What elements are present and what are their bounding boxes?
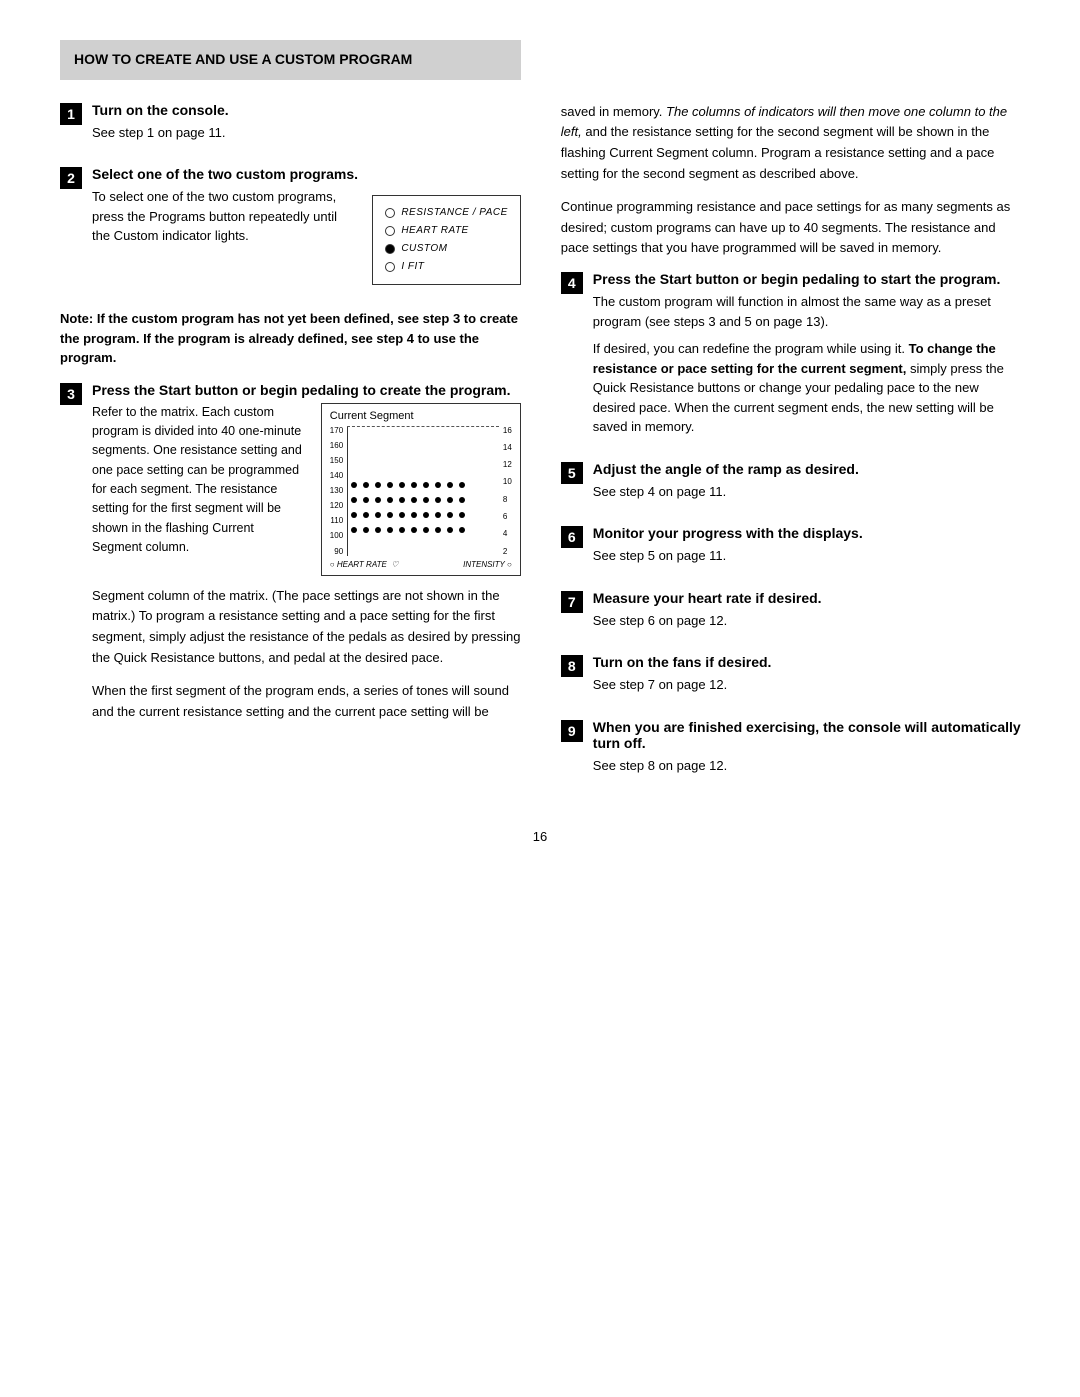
step-4-content: Press the Start button or begin pedaling… xyxy=(593,271,1022,445)
indicator-resistance: RESISTANCE / PACE xyxy=(385,204,507,222)
step-6-number: 6 xyxy=(561,526,583,548)
step-2-title: Select one of the two custom programs. xyxy=(92,166,521,182)
heartrate-label: HEART RATE xyxy=(401,222,468,240)
step-5-body: See step 4 on page 11. xyxy=(593,482,1022,502)
custom-circle xyxy=(385,244,395,254)
step-8: 8 Turn on the fans if desired. See step … xyxy=(561,654,1022,703)
y-axis-left: 170 160 150 140 130 120 110 100 90 xyxy=(330,426,345,556)
step-9-number: 9 xyxy=(561,720,583,742)
left-column: 1 Turn on the console. See step 1 on pag… xyxy=(60,102,521,800)
footer-intensity: INTENSITY ○ xyxy=(463,560,512,569)
step-8-content: Turn on the fans if desired. See step 7 … xyxy=(593,654,1022,703)
step-5-number: 5 xyxy=(561,462,583,484)
step-6-body: See step 5 on page 11. xyxy=(593,546,1022,566)
custom-label: CUSTOM xyxy=(401,240,447,258)
indicator-box: RESISTANCE / PACE HEART RATE CUSTOM xyxy=(372,195,520,285)
step-3-number: 3 xyxy=(60,383,82,405)
continuation-2: Continue programming resistance and pace… xyxy=(561,197,1022,259)
ifit-label: i FIT xyxy=(401,258,424,276)
step-3-matrix-text: Refer to the matrix. Each custom program… xyxy=(92,403,307,558)
current-segment-line xyxy=(347,426,348,556)
header-box: HOW TO CREATE AND USE A CUSTOM PROGRAM xyxy=(60,40,521,80)
footer-heartrate: ○ HEART RATE ♡ xyxy=(330,560,399,569)
page-title: HOW TO CREATE AND USE A CUSTOM PROGRAM xyxy=(74,50,507,70)
matrix-diagram: Current Segment 170 160 150 140 130 120 xyxy=(321,403,521,576)
heartrate-circle xyxy=(385,226,395,236)
step-7-title: Measure your heart rate if desired. xyxy=(593,590,1022,606)
note-text: Note: If the custom program has not yet … xyxy=(60,309,521,368)
two-col-layout: 1 Turn on the console. See step 1 on pag… xyxy=(60,102,1020,800)
step-3-title: Press the Start button or begin pedaling… xyxy=(92,382,521,398)
step-3-segment-body2: When the first segment of the program en… xyxy=(92,681,521,723)
step-3-content: Press the Start button or begin pedaling… xyxy=(92,382,521,735)
step-2-body: To select one of the two custom programs… xyxy=(92,187,356,246)
step-7-content: Measure your heart rate if desired. See … xyxy=(593,590,1022,639)
step-1-title: Turn on the console. xyxy=(92,102,521,118)
indicator-custom: CUSTOM xyxy=(385,240,507,258)
current-segment-top xyxy=(347,426,499,427)
step-8-body: See step 7 on page 12. xyxy=(593,675,1022,695)
y-axis-right: 16 14 12 10 8 6 4 2 xyxy=(501,426,512,556)
matrix-footer: ○ HEART RATE ♡ INTENSITY ○ xyxy=(330,560,512,569)
ifit-circle xyxy=(385,262,395,272)
step-5-title: Adjust the angle of the ramp as desired. xyxy=(593,461,1022,477)
resistance-circle xyxy=(385,208,395,218)
step-4-title: Press the Start button or begin pedaling… xyxy=(593,271,1022,287)
right-column: saved in memory. The columns of indicato… xyxy=(561,102,1022,800)
step-4-number: 4 xyxy=(561,272,583,294)
resistance-label: RESISTANCE / PACE xyxy=(401,204,507,222)
step-8-title: Turn on the fans if desired. xyxy=(593,654,1022,670)
step-8-number: 8 xyxy=(561,655,583,677)
step-9-body: See step 8 on page 12. xyxy=(593,756,1022,776)
dot-grid xyxy=(347,426,499,556)
step-1: 1 Turn on the console. See step 1 on pag… xyxy=(60,102,521,151)
step-1-content: Turn on the console. See step 1 on page … xyxy=(92,102,521,151)
page-wrapper: HOW TO CREATE AND USE A CUSTOM PROGRAM 1… xyxy=(60,40,1020,844)
step-7-number: 7 xyxy=(561,591,583,613)
step-2: 2 Select one of the two custom programs.… xyxy=(60,166,521,293)
step-6-title: Monitor your progress with the displays. xyxy=(593,525,1022,541)
indicator-heartrate: HEART RATE xyxy=(385,222,507,240)
step-1-number: 1 xyxy=(60,103,82,125)
step-3-segment-body1: Segment column of the matrix. (The pace … xyxy=(92,586,521,669)
step-5: 5 Adjust the angle of the ramp as desire… xyxy=(561,461,1022,510)
matrix-grid-area xyxy=(347,426,499,556)
step-5-content: Adjust the angle of the ramp as desired.… xyxy=(593,461,1022,510)
page-number: 16 xyxy=(60,829,1020,844)
step-6-content: Monitor your progress with the displays.… xyxy=(593,525,1022,574)
step-6: 6 Monitor your progress with the display… xyxy=(561,525,1022,574)
step-2-number: 2 xyxy=(60,167,82,189)
step-7-body: See step 6 on page 12. xyxy=(593,611,1022,631)
step-4-body2: If desired, you can redefine the program… xyxy=(593,339,1022,437)
step-2-content: Select one of the two custom programs. T… xyxy=(92,166,521,293)
continuation-1: saved in memory. The columns of indicato… xyxy=(561,102,1022,185)
step-3: 3 Press the Start button or begin pedali… xyxy=(60,382,521,735)
step-9: 9 When you are finished exercising, the … xyxy=(561,719,1022,784)
step-4-body1: The custom program will function in almo… xyxy=(593,292,1022,331)
indicator-ifit: i FIT xyxy=(385,258,507,276)
step-4: 4 Press the Start button or begin pedali… xyxy=(561,271,1022,445)
step-9-content: When you are finished exercising, the co… xyxy=(593,719,1022,784)
step-9-title: When you are finished exercising, the co… xyxy=(593,719,1022,751)
step-7: 7 Measure your heart rate if desired. Se… xyxy=(561,590,1022,639)
step-1-body: See step 1 on page 11. xyxy=(92,123,521,143)
